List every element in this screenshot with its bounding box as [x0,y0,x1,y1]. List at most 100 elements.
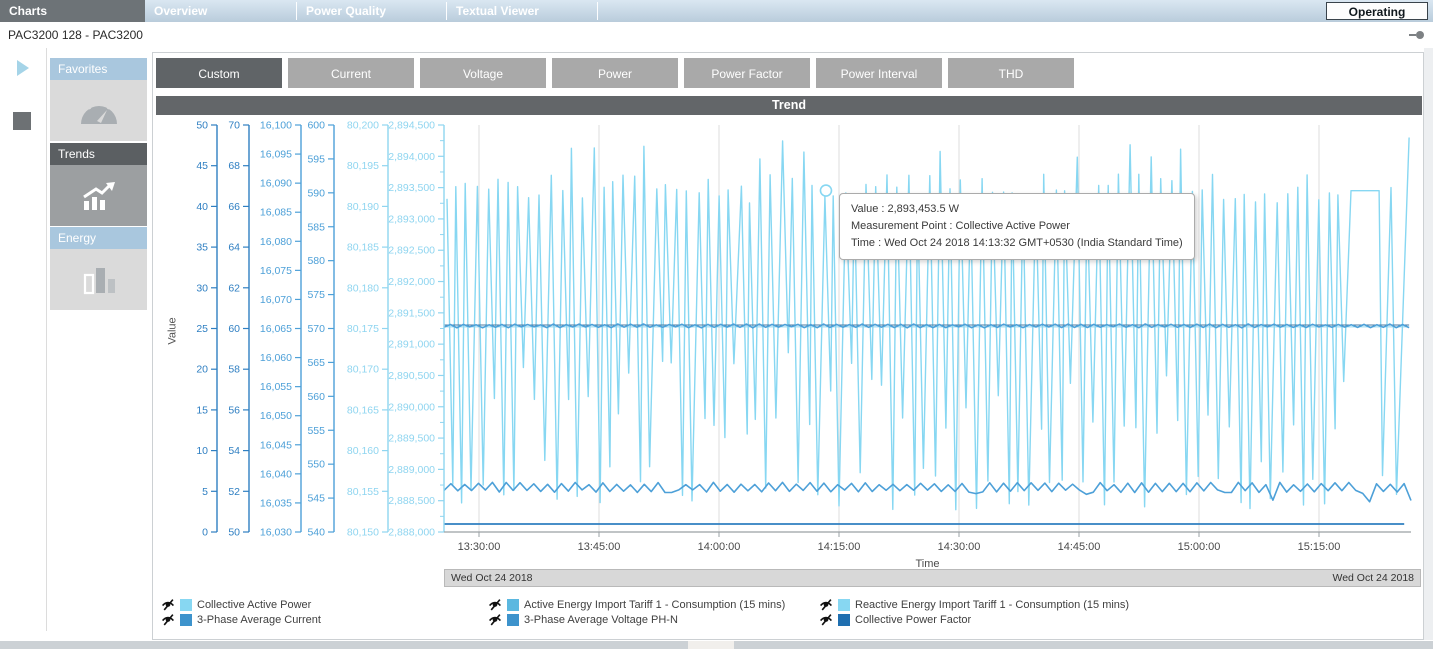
legend-item[interactable]: Reactive Energy Import Tariff 1 - Consum… [819,598,1129,611]
svg-text:15: 15 [196,404,208,416]
tab-custom[interactable]: Custom [156,58,282,88]
legend-swatch [838,599,850,611]
legend-swatch [838,614,850,626]
svg-text:2,894,500: 2,894,500 [388,120,435,132]
visibility-eye-icon[interactable] [161,613,175,626]
energy-label: Energy [50,227,147,249]
svg-text:54: 54 [228,445,240,457]
svg-text:16,045: 16,045 [260,439,292,451]
favorites-body[interactable] [50,80,147,141]
favorites-label: Favorites [50,58,147,80]
svg-text:68: 68 [228,160,240,172]
sidebar-item-energy[interactable]: Energy [50,227,147,310]
tab-power-factor[interactable]: Power Factor [684,58,810,88]
visibility-eye-icon[interactable] [819,598,833,611]
tab-voltage[interactable]: Voltage [420,58,546,88]
svg-text:590: 590 [307,187,325,199]
tab-current[interactable]: Current [288,58,414,88]
trends-label: Trends [50,143,147,165]
legend-item[interactable]: Collective Power Factor [819,613,971,626]
tab-power-interval[interactable]: Power Interval [816,58,942,88]
svg-text:16,040: 16,040 [260,468,292,480]
svg-text:16,070: 16,070 [260,294,292,306]
tab-divider [597,2,598,20]
legend-item[interactable]: 3-Phase Average Current [161,613,321,626]
pin-icon[interactable] [1409,30,1425,40]
svg-text:580: 580 [307,255,325,267]
tab-overview[interactable]: Overview [145,0,296,22]
svg-text:80,165: 80,165 [347,404,379,416]
expand-arrow-icon[interactable] [17,60,29,76]
svg-text:16,085: 16,085 [260,207,292,219]
svg-text:80,170: 80,170 [347,364,379,376]
svg-text:16,065: 16,065 [260,323,292,335]
legend-swatch [180,599,192,611]
tab-charts[interactable]: Charts [0,0,145,22]
svg-text:15:00:00: 15:00:00 [1178,541,1221,553]
svg-text:540: 540 [307,527,325,539]
svg-text:16,080: 16,080 [260,236,292,248]
top-tab-bar: Charts Overview Power Quality Textual Vi… [0,0,1433,23]
svg-text:80,160: 80,160 [347,445,379,457]
svg-text:80,155: 80,155 [347,486,379,498]
trend-panel: Custom Current Voltage Power Power Facto… [152,52,1424,640]
tab-power-quality[interactable]: Power Quality [297,0,446,22]
scrollbar-thumb[interactable] [688,641,734,649]
operating-mode-button[interactable]: Operating [1326,2,1428,20]
svg-text:52: 52 [228,486,240,498]
tab-power[interactable]: Power [552,58,678,88]
legend-label: Collective Active Power [197,599,311,611]
svg-text:2,891,500: 2,891,500 [388,307,435,319]
visibility-eye-icon[interactable] [488,613,502,626]
right-margin [1424,48,1433,640]
svg-text:62: 62 [228,282,240,294]
svg-text:16,050: 16,050 [260,410,292,422]
svg-text:50: 50 [196,120,208,132]
sidebar-item-trends[interactable]: Trends [50,143,147,226]
legend-label: 3-Phase Average Voltage PH-N [524,614,678,626]
svg-text:16,055: 16,055 [260,381,292,393]
svg-text:14:30:00: 14:30:00 [938,541,981,553]
svg-text:45: 45 [196,160,208,172]
sidebar-item-favorites[interactable]: Favorites [50,58,147,141]
legend-label: Collective Power Factor [855,614,971,626]
date-range-bar[interactable]: Wed Oct 24 2018 Wed Oct 24 2018 [444,569,1421,587]
svg-text:35: 35 [196,242,208,254]
visibility-eye-icon[interactable] [488,598,502,611]
svg-text:80,180: 80,180 [347,282,379,294]
svg-text:30: 30 [196,282,208,294]
tab-textual-viewer[interactable]: Textual Viewer [447,0,596,22]
svg-text:16,100: 16,100 [260,120,292,132]
svg-text:14:45:00: 14:45:00 [1058,541,1101,553]
energy-body[interactable] [50,249,147,310]
svg-text:2,890,000: 2,890,000 [388,401,435,413]
svg-text:545: 545 [307,493,325,505]
svg-text:64: 64 [228,242,240,254]
svg-text:2,891,000: 2,891,000 [388,339,435,351]
svg-text:585: 585 [307,221,325,233]
svg-text:2,888,000: 2,888,000 [388,527,435,539]
legend-swatch [507,614,519,626]
svg-text:15:15:00: 15:15:00 [1298,541,1341,553]
legend-item[interactable]: Collective Active Power [161,598,311,611]
visibility-eye-icon[interactable] [161,598,175,611]
visibility-eye-icon[interactable] [819,613,833,626]
svg-text:16,095: 16,095 [260,149,292,161]
svg-text:14:15:00: 14:15:00 [818,541,861,553]
tab-thd[interactable]: THD [948,58,1074,88]
svg-text:16,035: 16,035 [260,497,292,509]
svg-text:570: 570 [307,323,325,335]
svg-text:80,185: 80,185 [347,242,379,254]
legend-item[interactable]: 3-Phase Average Voltage PH-N [488,613,678,626]
horizontal-scrollbar[interactable] [0,641,1433,649]
svg-text:2,890,500: 2,890,500 [388,370,435,382]
svg-text:14:00:00: 14:00:00 [698,541,741,553]
svg-text:2,894,000: 2,894,000 [388,151,435,163]
trends-body[interactable] [50,165,147,226]
legend-item[interactable]: Active Energy Import Tariff 1 - Consumpt… [488,598,785,611]
gauge-icon [76,94,122,128]
trend-chart[interactable]: 0510152025303540455050525456586062646668… [156,114,1422,634]
svg-text:16,030: 16,030 [260,527,292,539]
collapsed-panel-icon[interactable] [13,112,31,130]
svg-text:2,892,000: 2,892,000 [388,276,435,288]
